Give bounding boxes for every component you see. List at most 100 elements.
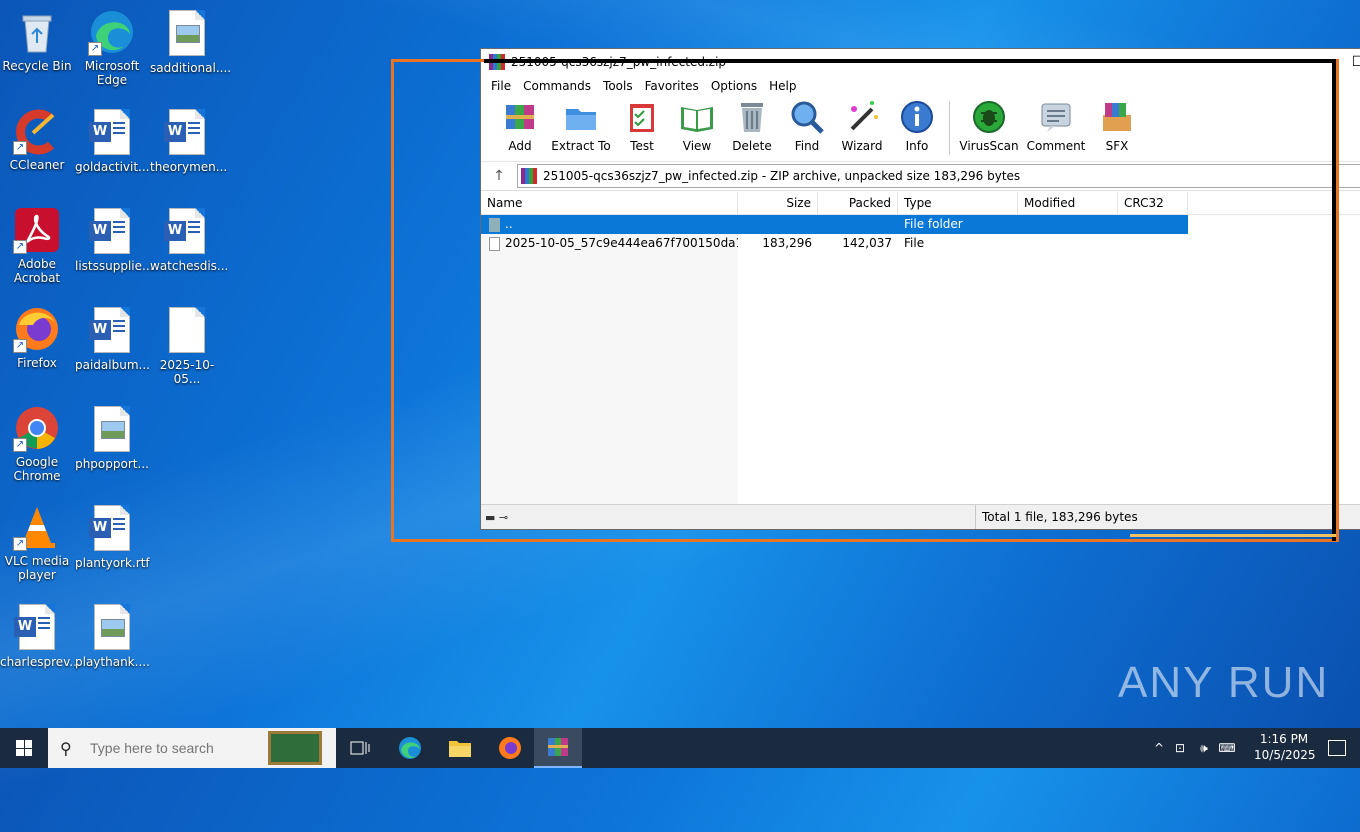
winrar-window[interactable]: 251005-qcs36szjz7_pw_infected.zip — ☐ Fi… [480,48,1360,530]
vlc-icon: ↗ [13,503,61,551]
desktop-icon-recycle-bin[interactable]: Recycle Bin [0,8,74,73]
window-titlebar[interactable]: 251005-qcs36szjz7_pw_infected.zip — ☐ [481,49,1360,75]
minimize-button[interactable]: — [1289,49,1335,75]
desktop-icon-watchesdis[interactable]: W watchesdis... [150,206,228,273]
column-header-packed[interactable]: Packed [818,192,898,214]
desktop-icon-vlc[interactable]: ↗ VLC media player [0,503,74,582]
column-header-crc32[interactable]: CRC32 [1118,192,1188,214]
shortcut-arrow-icon: ↗ [88,42,102,56]
status-bar: ▬ ⊸ Total 1 file, 183,296 bytes [481,504,1360,529]
acrobat-icon: ↗ [13,206,61,254]
desktop-icon-label: Recycle Bin [2,59,72,73]
column-header-modified[interactable]: Modified [1018,192,1118,214]
address-bar: ↑ 251005-qcs36szjz7_pw_infected.zip - ZI… [481,162,1360,191]
recycle-bin-icon [13,8,61,56]
network-icon[interactable]: ⊡ [1168,741,1192,755]
volume-icon[interactable]: 🕪 [1192,741,1216,756]
desktop-icon-label: CCleaner [9,158,65,172]
winrar-icon [548,738,568,756]
window-title: 251005-qcs36szjz7_pw_infected.zip [511,55,727,69]
column-header-size[interactable]: Size [738,192,818,214]
sfx-button[interactable]: SFX [1092,97,1142,153]
menu-tools[interactable]: Tools [597,79,639,93]
desktop-icon-plantyork[interactable]: W plantyork.rtf [75,503,150,570]
taskbar-file-explorer[interactable] [436,728,484,768]
drive-key-icon: ▬ ⊸ [485,510,509,524]
desktop-icon-label: listssupplie... [75,259,154,273]
extract-to-button[interactable]: Extract To [550,97,612,153]
desktop-icon-sadditional[interactable]: sadditional.... [150,8,231,75]
menu-favorites[interactable]: Favorites [639,79,705,93]
desktop-icon-label: playthank.... [75,655,150,669]
virusscan-button[interactable]: VirusScan [958,97,1020,153]
taskbar-firefox[interactable] [486,728,534,768]
blank-file-icon [163,307,211,355]
comment-icon [1038,99,1074,135]
desktop-icon-theorymen[interactable]: W theorymen... [150,107,228,174]
chevron-up-icon[interactable]: ^ [1150,741,1168,755]
info-button[interactable]: Info [892,97,942,153]
word-document-icon: W [88,307,136,355]
up-arrow-icon[interactable]: ↑ [481,168,517,184]
view-button[interactable]: View [672,97,722,153]
desktop-icon-edge[interactable]: ↗ Microsoft Edge [75,8,149,87]
maximize-button[interactable]: ☐ [1335,49,1360,75]
desktop-icon-google-chrome[interactable]: ↗ Google Chrome [0,404,74,483]
taskbar-search[interactable]: ⚲ [48,728,336,768]
desktop-icon-phpopport[interactable]: phpopport... [75,404,149,471]
row-packed [818,215,898,234]
clock-time: 1:16 PM [1259,732,1309,746]
desktop-icon-label: theorymen... [150,160,228,174]
menu-options[interactable]: Options [705,79,763,93]
keyboard-icon[interactable]: ⌨ [1216,741,1238,755]
menu-commands[interactable]: Commands [517,79,597,93]
desktop-icon-paidalbum[interactable]: W paidalbum... [75,305,150,372]
zip-archive-icon [521,168,537,184]
task-view-button[interactable] [336,728,384,768]
row-packed: 142,037 [842,236,892,250]
table-row[interactable]: 2025-10-05_57c9e444ea67f700150da1c2fae..… [481,234,1360,253]
file-list[interactable]: Name Size Packed Type Modified CRC32 .. … [481,192,1360,505]
table-row[interactable]: .. File folder [481,215,1188,234]
desktop-icon-playthank[interactable]: playthank.... [75,602,150,669]
delete-button[interactable]: Delete [727,97,777,153]
start-button[interactable] [0,728,48,768]
comment-button[interactable]: Comment [1025,97,1087,153]
desktop-icon-ccleaner[interactable]: ↗ CCleaner [0,107,74,172]
notification-icon[interactable] [1328,740,1346,756]
search-input[interactable] [88,739,262,757]
taskbar-edge[interactable] [386,728,434,768]
test-clipboard-icon [624,99,660,135]
desktop-icon-listssupplie[interactable]: W listssupplie... [75,206,154,273]
menu-file[interactable]: File [485,79,517,93]
wizard-wand-icon [844,99,880,135]
desktop-icon-label: VLC media player [4,554,70,582]
desktop-icon-label: Google Chrome [13,455,61,483]
desktop-icon-label: Firefox [17,356,57,370]
task-view-icon [350,741,370,755]
desktop-icon-adobe-acrobat[interactable]: ↗ Adobe Acrobat [0,206,74,285]
wizard-button[interactable]: Wizard [837,97,887,153]
address-field[interactable]: 251005-qcs36szjz7_pw_infected.zip - ZIP … [517,164,1360,188]
column-header-type[interactable]: Type [898,192,1018,214]
desktop-icon-firefox[interactable]: ↗ Firefox [0,305,74,370]
test-button-label: Test [630,139,654,153]
desktop-icon-label: Adobe Acrobat [13,257,61,285]
column-header-name[interactable]: Name [481,192,738,214]
taskbar-clock[interactable]: 1:16 PM 10/5/2025 [1254,731,1316,763]
desktop-icon-charlesprev[interactable]: W charlesprev... [0,602,81,669]
test-button[interactable]: Test [617,97,667,153]
wizard-button-label: Wizard [841,139,883,153]
desktop-icon-goldactivit[interactable]: W goldactivit... [75,107,149,174]
sfx-box-icon [1099,99,1135,135]
add-button[interactable]: Add [495,97,545,153]
desktop-icon-label: plantyork.rtf [75,556,150,570]
edge-icon: ↗ [88,8,136,56]
row-modified [1018,215,1118,234]
desktop-icon-label: paidalbum... [75,358,150,372]
taskbar-winrar[interactable] [534,728,582,768]
row-name: .. [505,217,513,231]
menu-help[interactable]: Help [763,79,802,93]
find-button[interactable]: Find [782,97,832,153]
desktop-icon-2025-10-05[interactable]: 2025-10-05... [150,305,224,386]
